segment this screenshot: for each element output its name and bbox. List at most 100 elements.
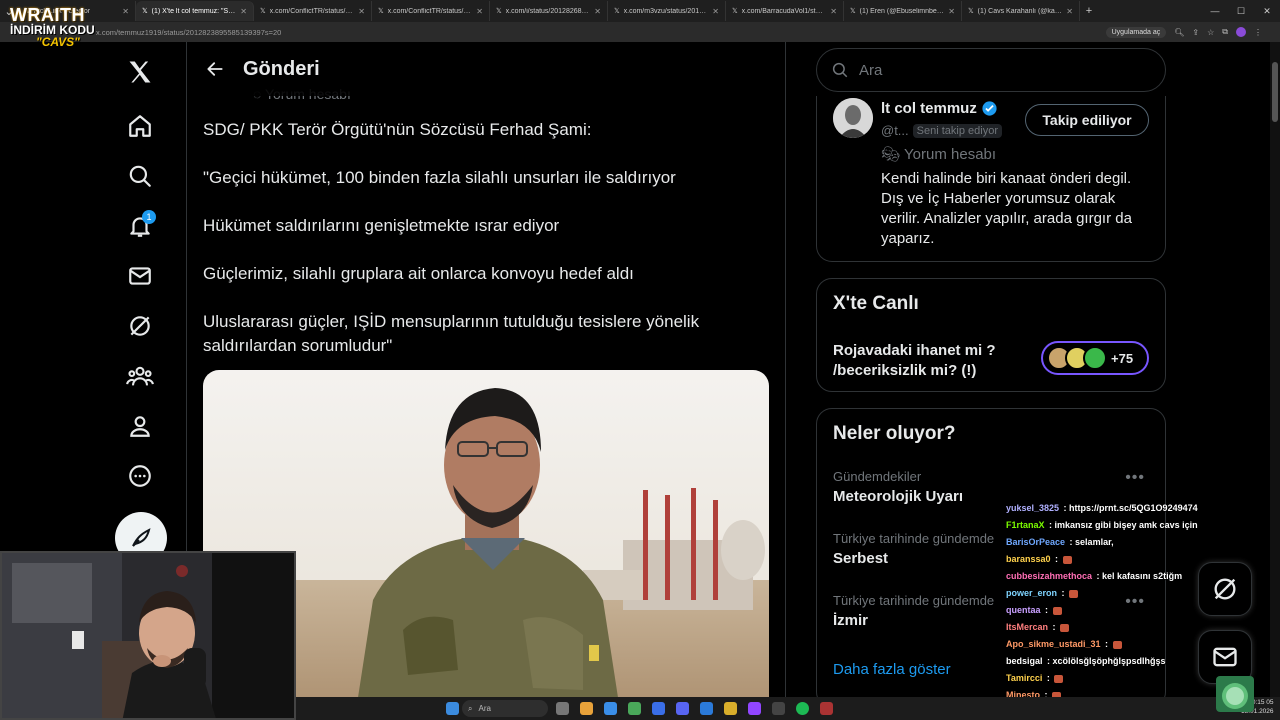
browser-tab[interactable]: 𝕏x.com/ConflictTR/status/201282✕	[254, 1, 372, 21]
profile-name[interactable]: lt col temmuz	[881, 100, 998, 117]
chat-emote-icon	[1060, 623, 1070, 632]
avatar[interactable]	[833, 98, 873, 138]
communities-icon[interactable]	[116, 352, 164, 400]
app-icon[interactable]	[772, 702, 785, 715]
app-icon[interactable]	[700, 702, 713, 715]
close-tab-icon[interactable]: ✕	[122, 7, 129, 16]
x-favicon-icon: 𝕏	[260, 8, 266, 15]
app-icon[interactable]	[652, 702, 665, 715]
close-tab-icon[interactable]: ✕	[358, 7, 365, 16]
post-paragraph: Hükümet saldırılarını genişletmekte ısra…	[203, 216, 560, 235]
edge-icon[interactable]	[604, 702, 617, 715]
browser-tab[interactable]: 𝕏x.com/ConflictTR/status/201282✕	[372, 1, 490, 21]
chat-username[interactable]: power_eron	[1006, 588, 1057, 598]
file-explorer-icon[interactable]	[580, 702, 593, 715]
browser-tab[interactable]: 𝕏x.com/i/status/2012826812389✕	[490, 1, 608, 21]
x-logo-icon[interactable]	[116, 48, 164, 96]
close-tab-icon[interactable]: ✕	[1066, 7, 1073, 16]
live-participants[interactable]: +75	[1041, 341, 1149, 375]
bell-icon[interactable]: 1	[116, 202, 164, 250]
browser-tab[interactable]: 𝕏x.com/BarracudaVol1/status/20✕	[726, 1, 844, 21]
post-paragraph: SDG/ PKK Terör Örgütü'nün Sözcüsü Ferhad…	[203, 120, 592, 139]
chat-username[interactable]: Tamircci	[1006, 673, 1042, 683]
stream-chat-overlay: yuksel_3825 : https://prnt.sc/5QG1O92494…	[1006, 500, 1226, 720]
zoom-icon[interactable]: 🔍︎	[1174, 28, 1184, 37]
profile-avatar-icon[interactable]	[1236, 27, 1246, 37]
more-options-icon[interactable]: •••	[1125, 469, 1145, 487]
tab-title: x.com/ConflictTR/status/201282	[387, 7, 473, 15]
close-tab-icon[interactable]: ✕	[830, 7, 837, 16]
chat-username[interactable]: bedsigal	[1006, 656, 1043, 666]
app-icon[interactable]	[820, 702, 833, 715]
close-window-icon[interactable]: ✕	[1254, 0, 1280, 22]
browser-tab[interactable]: 𝕏(1) Eren (@Ebuselimnbelarus) /✕	[844, 1, 962, 21]
home-icon[interactable]	[116, 102, 164, 150]
search-box[interactable]	[816, 48, 1166, 92]
app-icon[interactable]	[748, 702, 761, 715]
chat-separator: :	[1102, 639, 1111, 649]
close-tab-icon[interactable]: ✕	[240, 7, 247, 16]
window-controls: — ☐ ✕	[1202, 0, 1280, 22]
browser-tab[interactable]: 𝕏x.com/m3vzu/status/201246 ✕	[608, 1, 726, 21]
x-favicon-icon: 𝕏	[496, 8, 502, 15]
chat-message: yuksel_3825 : https://prnt.sc/5QG1O92494…	[1006, 500, 1226, 517]
menu-kebab-icon[interactable]: ⋮	[1254, 28, 1262, 37]
new-tab-button[interactable]: +	[1080, 5, 1098, 17]
mail-icon[interactable]	[116, 252, 164, 300]
minimize-icon[interactable]: —	[1202, 0, 1228, 22]
grok-icon[interactable]	[116, 302, 164, 350]
chat-separator: :	[1059, 588, 1068, 598]
back-button[interactable]	[187, 59, 243, 79]
chat-username[interactable]: BarisOrPeace	[1006, 537, 1065, 547]
page-scrollbar[interactable]	[1270, 42, 1280, 697]
chat-username[interactable]: baranssa0	[1006, 554, 1051, 564]
chat-separator: :	[1061, 503, 1070, 513]
close-tab-icon[interactable]: ✕	[948, 7, 955, 16]
search-input[interactable]	[859, 61, 1139, 79]
profile-icon[interactable]	[116, 402, 164, 450]
search-icon[interactable]	[116, 152, 164, 200]
tray-widget[interactable]	[1216, 676, 1254, 712]
browser-tab[interactable]: 𝕏(1) Cavs Karahanlı (@karaha...✕	[962, 1, 1080, 21]
post-body: SDG/ PKK Terör Örgütü'nün Sözcüsü Ferhad…	[203, 118, 763, 382]
close-tab-icon[interactable]: ✕	[476, 7, 483, 16]
browser-tab[interactable]: 𝕏(1) X'te lt col temmuz: "SDG/ PKK✕	[136, 1, 254, 21]
taskbar-search[interactable]: ⌕ Ara	[462, 700, 548, 717]
sponsor-brand: WRAITH	[10, 5, 85, 25]
following-button[interactable]: Takip ediliyor	[1025, 104, 1149, 136]
open-in-app-button[interactable]: Uygulamada aç	[1105, 26, 1167, 38]
grok-floating-button[interactable]	[1198, 562, 1252, 616]
close-tab-icon[interactable]: ✕	[594, 7, 601, 16]
chat-message: baranssa0 :	[1006, 551, 1226, 568]
close-tab-icon[interactable]: ✕	[712, 7, 719, 16]
live-topic[interactable]: Rojavadaki ihanet mi ? /beceriksizlik mi…	[833, 341, 1023, 381]
chat-message: F1rtanaX : imkansız gibi bişey amk cavs …	[1006, 517, 1226, 534]
url-field[interactable]: x.com/temmuz1919/status/2012823895585139…	[96, 28, 1106, 37]
chat-username[interactable]: yuksel_3825	[1006, 503, 1059, 513]
chrome-icon[interactable]	[628, 702, 641, 715]
chat-username[interactable]: F1rtanaX	[1006, 520, 1045, 530]
task-view-icon[interactable]	[556, 702, 569, 715]
verified-badge-icon	[982, 101, 997, 116]
bookmark-star-icon[interactable]: ☆	[1207, 28, 1214, 37]
chat-username[interactable]: quentaa	[1006, 605, 1041, 615]
live-card[interactable]: X'te Canlı Rojavadaki ihanet mi ? /becer…	[816, 278, 1166, 392]
spotify-icon[interactable]	[796, 702, 809, 715]
tab-title: x.com/ConflictTR/status/201282	[269, 7, 355, 15]
maximize-icon[interactable]: ☐	[1228, 0, 1254, 22]
scroll-thumb[interactable]	[1272, 62, 1278, 122]
windows-start-icon[interactable]	[446, 702, 459, 715]
share-icon[interactable]: ⇪	[1192, 28, 1199, 37]
chat-message: power_eron :	[1006, 585, 1226, 602]
chat-username[interactable]: ItsMercan	[1006, 622, 1048, 632]
app-icon[interactable]	[724, 702, 737, 715]
more-icon[interactable]	[116, 452, 164, 500]
extensions-icon[interactable]: ⧉	[1222, 27, 1228, 37]
chat-username[interactable]: Apo_sikme_ustadi_31	[1006, 639, 1101, 649]
chat-username[interactable]: cubbesizahmethoca	[1006, 571, 1092, 581]
show-more-link[interactable]: Daha fazla göster	[833, 661, 951, 678]
mask-icon: 🎭︎	[881, 146, 901, 163]
discord-icon[interactable]	[676, 702, 689, 715]
follows-you-badge: Seni takip ediyor	[912, 123, 1002, 138]
mail-icon	[1213, 647, 1237, 667]
